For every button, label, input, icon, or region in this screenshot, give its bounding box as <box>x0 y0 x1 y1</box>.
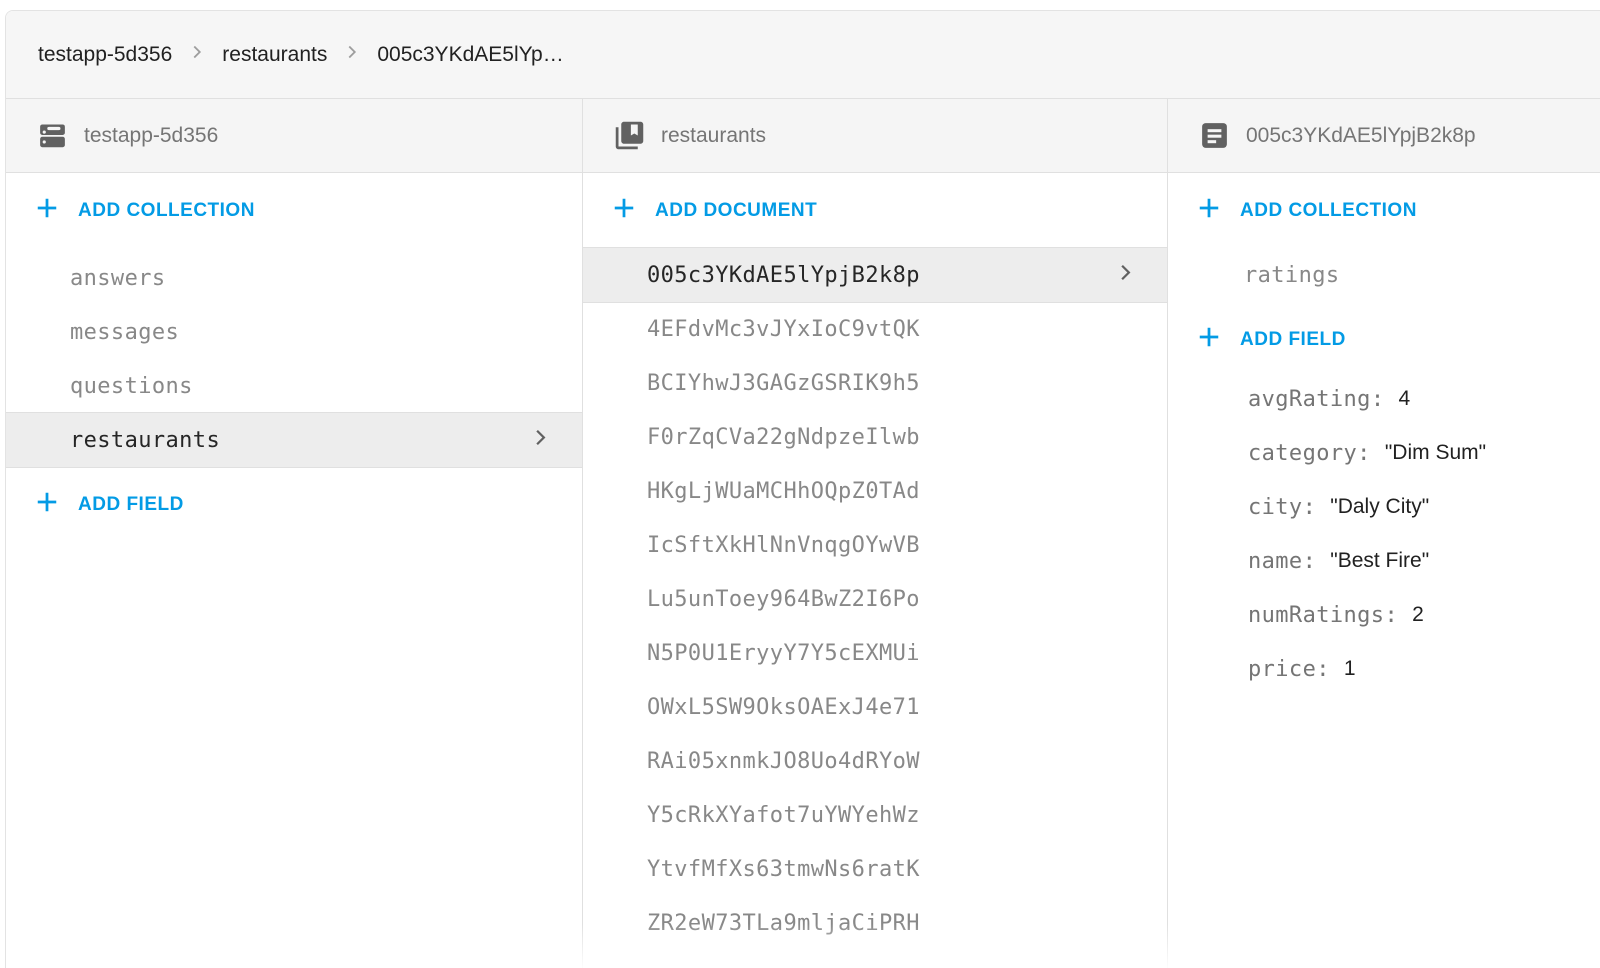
document-row[interactable]: F0rZqCVa22gNdpzeIlwb <box>583 410 1167 464</box>
panel-title: testapp-5d356 <box>84 124 218 148</box>
collection-panel: restaurants ADD DOCUMENT 005c3YKdAE5lYpj… <box>583 99 1168 968</box>
database-icon <box>36 119 69 152</box>
field-value: "Best Fire" <box>1330 549 1429 573</box>
field-key: name <box>1248 549 1316 574</box>
field-row[interactable]: avgRating 4 <box>1168 372 1600 426</box>
collection-bookmark-icon <box>613 119 646 152</box>
document-row[interactable]: ZR2eW73TLa9mljaCiPRH <box>583 896 1167 950</box>
field-row[interactable]: numRatings 2 <box>1168 588 1600 642</box>
field-value: 1 <box>1344 657 1356 681</box>
row-label: questions <box>70 374 193 399</box>
plus-icon <box>1194 322 1224 358</box>
add-field-label: ADD FIELD <box>78 494 184 516</box>
document-panel-body: ADD COLLECTION ratings ADD FIELD avgRati… <box>1168 173 1600 968</box>
database-panel: testapp-5d356 ADD COLLECTION answers mess… <box>6 99 583 968</box>
document-row[interactable]: RAi05xnmkJO8Uo4dRYoW <box>583 734 1167 788</box>
collection-row[interactable]: questions <box>6 359 582 413</box>
row-label: HKgLjWUaMCHhOQpZ0TAd <box>647 479 920 504</box>
field-value: "Dim Sum" <box>1385 441 1486 465</box>
document-row[interactable]: N5P0U1EryyY7Y5cEXMUi <box>583 626 1167 680</box>
row-label: ratings <box>1244 263 1340 288</box>
add-collection-label: ADD COLLECTION <box>78 200 255 222</box>
chevron-right-icon <box>527 424 554 457</box>
breadcrumb-item[interactable]: 005c3YKdAE5lYp… <box>377 43 563 67</box>
collection-list: answers messages questions restaurants <box>6 251 582 467</box>
breadcrumb-item[interactable]: testapp-5d356 <box>38 43 172 67</box>
collection-panel-body: ADD DOCUMENT 005c3YKdAE5lYpjB2k8p 4EFdvMc… <box>583 173 1167 968</box>
field-value: 4 <box>1398 387 1410 411</box>
field-row[interactable]: name "Best Fire" <box>1168 534 1600 588</box>
field-key: category <box>1248 441 1371 466</box>
row-label: F0rZqCVa22gNdpzeIlwb <box>647 425 920 450</box>
document-row[interactable]: IcSftXkHlNnVnqgOYwVB <box>583 518 1167 572</box>
document-row[interactable]: OWxL5SW9OksOAExJ4e71 <box>583 680 1167 734</box>
chevron-right-icon <box>1112 259 1139 292</box>
subcollection-row[interactable]: ratings <box>1168 248 1600 302</box>
field-key: avgRating <box>1248 387 1384 412</box>
plus-icon <box>609 193 639 229</box>
document-icon <box>1198 119 1231 152</box>
row-label: Y5cRkXYafot7uYWYehWz <box>647 803 920 828</box>
document-row[interactable]: Lu5unToey964BwZ2I6Po <box>583 572 1167 626</box>
field-list: avgRating 4 category "Dim Sum" city "Daly Cit… <box>1168 372 1600 696</box>
plus-icon <box>1194 193 1224 229</box>
add-field-label: ADD FIELD <box>1240 329 1346 351</box>
row-label: restaurants <box>70 428 220 453</box>
add-collection-label: ADD COLLECTION <box>1240 200 1417 222</box>
panel-title: restaurants <box>661 124 766 148</box>
document-row[interactable]: 005c3YKdAE5lYpjB2k8p <box>583 248 1167 302</box>
collection-panel-header: restaurants <box>583 99 1167 173</box>
add-field-button[interactable]: ADD FIELD <box>6 473 582 537</box>
field-row[interactable]: price 1 <box>1168 642 1600 696</box>
row-label: 005c3YKdAE5lYpjB2k8p <box>647 263 920 288</box>
breadcrumb-item[interactable]: restaurants <box>222 43 327 67</box>
add-field-button[interactable]: ADD FIELD <box>1168 308 1600 372</box>
panel-columns: testapp-5d356 ADD COLLECTION answers mess… <box>6 99 1600 968</box>
add-collection-button[interactable]: ADD COLLECTION <box>1168 179 1600 243</box>
document-row[interactable]: BCIYhwJ3GAGzGSRIK9h5 <box>583 356 1167 410</box>
collection-row[interactable]: answers <box>6 251 582 305</box>
document-panel: 005c3YKdAE5lYpjB2k8p ADD COLLECTION rati… <box>1168 99 1600 968</box>
collection-row[interactable]: restaurants <box>6 413 582 467</box>
row-label: IcSftXkHlNnVnqgOYwVB <box>647 533 920 558</box>
field-value: "Daly City" <box>1330 495 1429 519</box>
plus-icon <box>32 487 62 523</box>
plus-icon <box>32 193 62 229</box>
panel-title: 005c3YKdAE5lYpjB2k8p <box>1246 124 1476 148</box>
field-key: city <box>1248 495 1316 520</box>
field-row[interactable]: category "Dim Sum" <box>1168 426 1600 480</box>
add-document-button[interactable]: ADD DOCUMENT <box>583 179 1167 243</box>
firestore-data-viewer: testapp-5d356restaurants005c3YKdAE5lYp… … <box>5 10 1600 968</box>
row-label: N5P0U1EryyY7Y5cEXMUi <box>647 641 920 666</box>
document-row[interactable]: YtvfMfXs63tmwNs6ratK <box>583 842 1167 896</box>
document-row[interactable]: HKgLjWUaMCHhOQpZ0TAd <box>583 464 1167 518</box>
row-label: OWxL5SW9OksOAExJ4e71 <box>647 695 920 720</box>
database-panel-body: ADD COLLECTION answers messages questions r… <box>6 173 582 968</box>
add-document-label: ADD DOCUMENT <box>655 200 817 222</box>
row-label: YtvfMfXs63tmwNs6ratK <box>647 857 920 882</box>
database-panel-header: testapp-5d356 <box>6 99 582 173</box>
chevron-right-icon <box>341 41 363 69</box>
chevron-right-icon <box>186 41 208 69</box>
row-label: answers <box>70 266 166 291</box>
document-row[interactable]: 4EFdvMc3vJYxIoC9vtQK <box>583 302 1167 356</box>
field-row[interactable]: city "Daly City" <box>1168 480 1600 534</box>
document-panel-header: 005c3YKdAE5lYpjB2k8p <box>1168 99 1600 173</box>
row-label: ZR2eW73TLa9mljaCiPRH <box>647 911 920 936</box>
row-label: messages <box>70 320 179 345</box>
document-list: 005c3YKdAE5lYpjB2k8p 4EFdvMc3vJYxIoC9vtQK… <box>583 248 1167 950</box>
row-label: RAi05xnmkJO8Uo4dRYoW <box>647 749 920 774</box>
row-label: BCIYhwJ3GAGzGSRIK9h5 <box>647 371 920 396</box>
row-label: Lu5unToey964BwZ2I6Po <box>647 587 920 612</box>
field-key: numRatings <box>1248 603 1398 628</box>
add-collection-button[interactable]: ADD COLLECTION <box>6 179 582 243</box>
subcollection-list: ratings <box>1168 248 1600 302</box>
breadcrumb: testapp-5d356 restaurants 005c3YKdAE5lYp… <box>6 11 1600 99</box>
row-label: 4EFdvMc3vJYxIoC9vtQK <box>647 317 920 342</box>
document-row[interactable]: Y5cRkXYafot7uYWYehWz <box>583 788 1167 842</box>
field-value: 2 <box>1412 603 1424 627</box>
field-key: price <box>1248 657 1330 682</box>
collection-row[interactable]: messages <box>6 305 582 359</box>
